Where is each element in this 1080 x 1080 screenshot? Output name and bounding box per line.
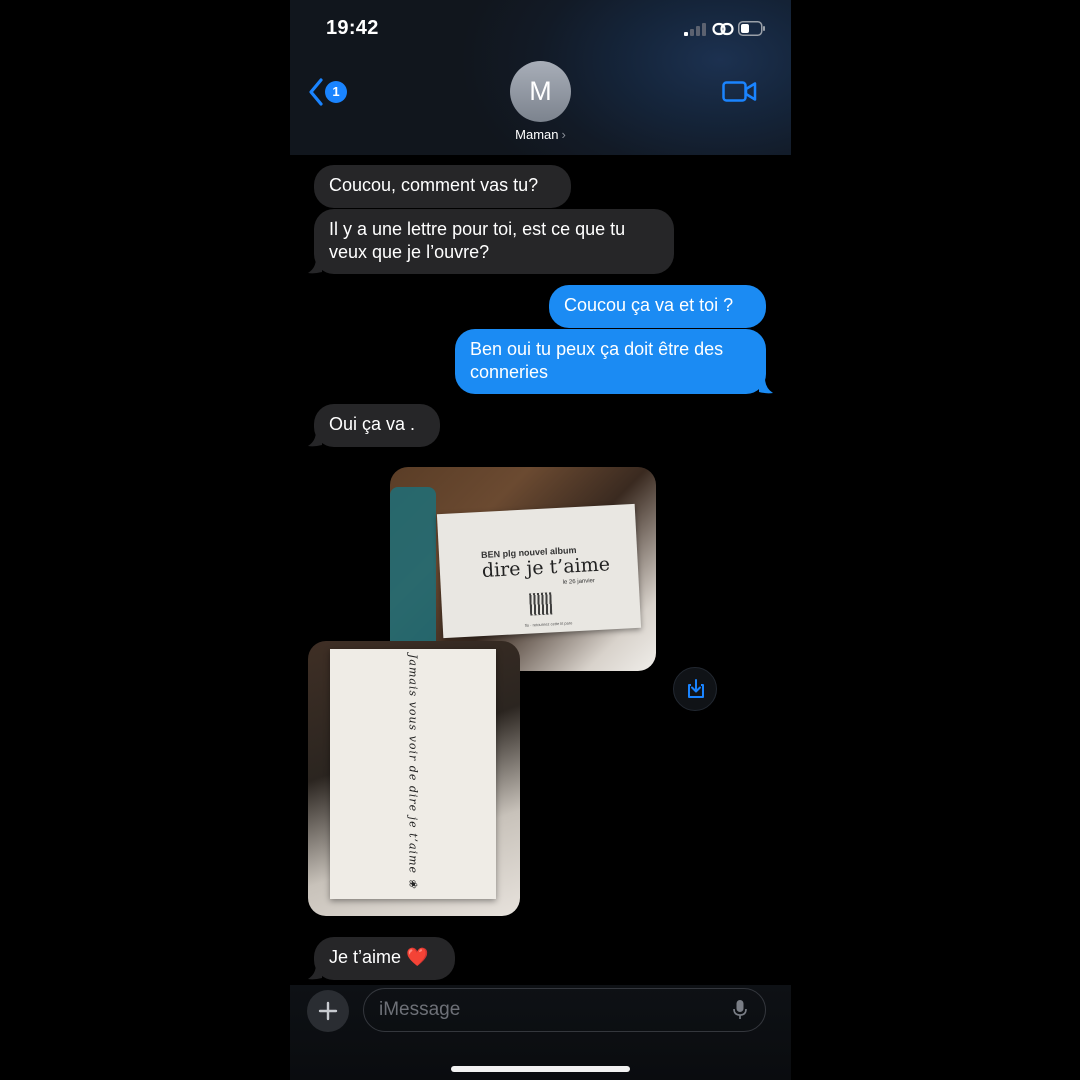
message-bubble-received[interactable]: Coucou, comment vas tu? (314, 165, 571, 208)
apps-plus-button[interactable] (307, 990, 349, 1032)
contact-name-button[interactable]: Maman › (290, 127, 791, 142)
message-text: Il y a une lettre pour toi, est ce que t… (329, 219, 626, 262)
message-text: Oui ça va . (329, 414, 416, 434)
message-text: Je t’aime ❤️ (329, 947, 429, 967)
messages-screen: 19:42 1 M Maman › Coucou, comment vas tu… (290, 0, 791, 1080)
save-photo-button[interactable] (673, 667, 717, 711)
contact-avatar[interactable]: M (510, 61, 571, 122)
album-announcement-card: BEN plg nouvel album dire je t’aime le 2… (436, 503, 642, 639)
message-bubble-sent[interactable]: Coucou ça va et toi ? (549, 285, 766, 328)
card-text: le 26 janvier (562, 578, 596, 586)
photo-attachment[interactable]: Jamais vous voir de dire je t’aime ❀ (308, 641, 520, 916)
message-bubble-received[interactable]: Je t’aime ❤️ (314, 937, 455, 980)
bubble-tail (308, 258, 322, 274)
contact-name: Maman (515, 127, 559, 142)
back-button[interactable]: 1 (308, 76, 352, 110)
battery-icon (738, 21, 765, 36)
message-text: Ben oui tu peux ça doit être des conneri… (470, 339, 724, 382)
message-bubble-received[interactable]: Oui ça va . (314, 404, 440, 447)
plus-icon (318, 1001, 338, 1021)
personal-hotspot-icon (712, 22, 734, 36)
home-indicator[interactable] (451, 1066, 630, 1072)
message-bubble-received[interactable]: Il y a une lettre pour toi, est ce que t… (314, 209, 674, 274)
background-cushion (390, 487, 436, 657)
chevron-left-icon (309, 78, 323, 106)
handwritten-card: Jamais vous voir de dire je t’aime ❀ (330, 649, 496, 899)
handwritten-text: Jamais vous voir de dire je t’aime ❀ (406, 654, 420, 889)
message-text: Coucou, comment vas tu? (329, 175, 539, 195)
bubble-tail (308, 431, 322, 447)
bubble-tail (759, 378, 773, 394)
qr-code-icon (529, 592, 553, 616)
unread-badge: 1 (325, 81, 347, 103)
card-text: flo · retournez cette lit pare (524, 620, 573, 628)
message-input[interactable] (363, 988, 766, 1032)
status-time: 19:42 (326, 17, 379, 39)
save-download-icon (688, 679, 704, 698)
chevron-right-icon: › (561, 127, 566, 142)
message-bubble-sent[interactable]: Ben oui tu peux ça doit être des conneri… (455, 329, 766, 394)
cellular-signal-icon (684, 22, 708, 36)
message-text: Coucou ça va et toi ? (564, 295, 734, 315)
microphone-icon[interactable] (733, 999, 747, 1021)
video-call-button[interactable] (722, 79, 758, 105)
conversation-header: 19:42 1 M Maman › (290, 0, 791, 155)
bubble-tail (308, 964, 322, 980)
